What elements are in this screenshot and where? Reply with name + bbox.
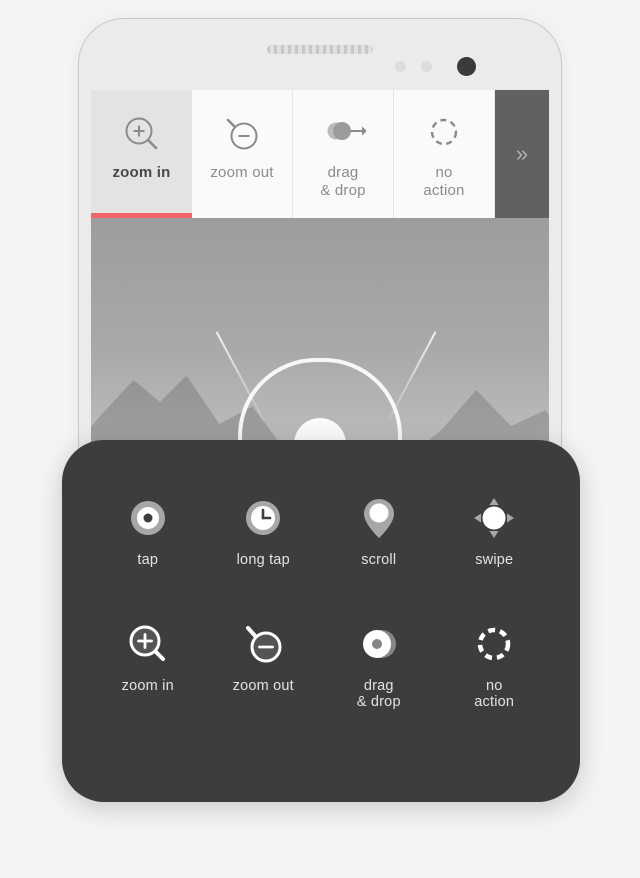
action-toolbar: zoom in zoom out drag & drop no action » xyxy=(91,90,549,218)
palette-item-label: drag & drop xyxy=(357,678,401,710)
palette-item-label: zoom in xyxy=(121,678,174,694)
palette-item-label-line1: no xyxy=(485,678,503,694)
light-sensor-icon xyxy=(421,61,432,72)
palette-item-tap[interactable]: tap xyxy=(93,496,203,568)
no-action-icon xyxy=(421,112,467,158)
proximity-sensor-icon xyxy=(395,61,406,72)
toolbar-tab-no-action[interactable]: no action xyxy=(394,90,495,218)
toolbar-tab-label-line1: no xyxy=(435,164,453,181)
toolbar-tab-zoom-in[interactable]: zoom in xyxy=(91,90,192,218)
tap-icon xyxy=(126,496,170,540)
toolbar-tab-label: zoom out xyxy=(210,164,274,181)
drag-and-drop-icon xyxy=(320,112,367,158)
drag-and-drop-icon xyxy=(357,622,401,666)
toolbar-tab-label-line2: & drop xyxy=(320,182,366,199)
scroll-pin-icon xyxy=(357,496,401,540)
long-tap-icon xyxy=(241,496,285,540)
palette-item-long-tap[interactable]: long tap xyxy=(208,496,318,568)
speaker-grille-icon xyxy=(267,45,373,54)
palette-item-label: tap xyxy=(137,552,159,568)
zoom-out-icon xyxy=(241,622,285,666)
chevron-right-double-icon: » xyxy=(515,141,529,166)
toolbar-tab-label: no action xyxy=(423,164,464,200)
zoom-in-icon xyxy=(126,622,170,666)
phone-hardware-bezel xyxy=(79,19,561,89)
palette-item-zoom-in[interactable]: zoom in xyxy=(93,622,203,694)
palette-item-label-line2: action xyxy=(474,694,515,710)
palette-item-zoom-out[interactable]: zoom out xyxy=(208,622,318,694)
palette-item-label: swipe xyxy=(475,552,514,568)
toolbar-tab-drag-and-drop[interactable]: drag & drop xyxy=(293,90,394,218)
zoom-out-icon xyxy=(219,112,265,158)
zoom-in-icon xyxy=(119,112,165,158)
palette-item-drag-and-drop[interactable]: drag & drop xyxy=(324,622,434,710)
palette-item-label: scroll xyxy=(361,552,397,568)
toolbar-tab-label-line2: action xyxy=(423,182,465,199)
palette-item-no-action[interactable]: no action xyxy=(439,622,549,710)
palette-item-label-line2: & drop xyxy=(356,694,401,710)
swipe-icon xyxy=(472,496,516,540)
toolbar-tab-label-line1: drag xyxy=(327,164,359,181)
action-palette: tap long tap scroll swipe zoom in zoom o… xyxy=(62,440,580,802)
toolbar-tab-label: zoom in xyxy=(112,164,171,181)
palette-row-gestures: tap long tap scroll swipe xyxy=(90,496,552,568)
palette-item-label: zoom out xyxy=(232,678,294,694)
palette-item-scroll[interactable]: scroll xyxy=(324,496,434,568)
palette-row-actions: zoom in zoom out drag & drop no action xyxy=(90,622,552,710)
palette-item-label: no action xyxy=(474,678,514,710)
front-camera-icon xyxy=(457,57,476,76)
toolbar-tab-label: drag & drop xyxy=(320,164,365,200)
palette-item-swipe[interactable]: swipe xyxy=(439,496,549,568)
toolbar-overflow-button[interactable]: » xyxy=(495,90,549,218)
no-action-icon xyxy=(472,622,516,666)
toolbar-tab-zoom-out[interactable]: zoom out xyxy=(192,90,293,218)
palette-item-label: long tap xyxy=(236,552,290,568)
palette-item-label-line1: drag xyxy=(363,678,394,694)
